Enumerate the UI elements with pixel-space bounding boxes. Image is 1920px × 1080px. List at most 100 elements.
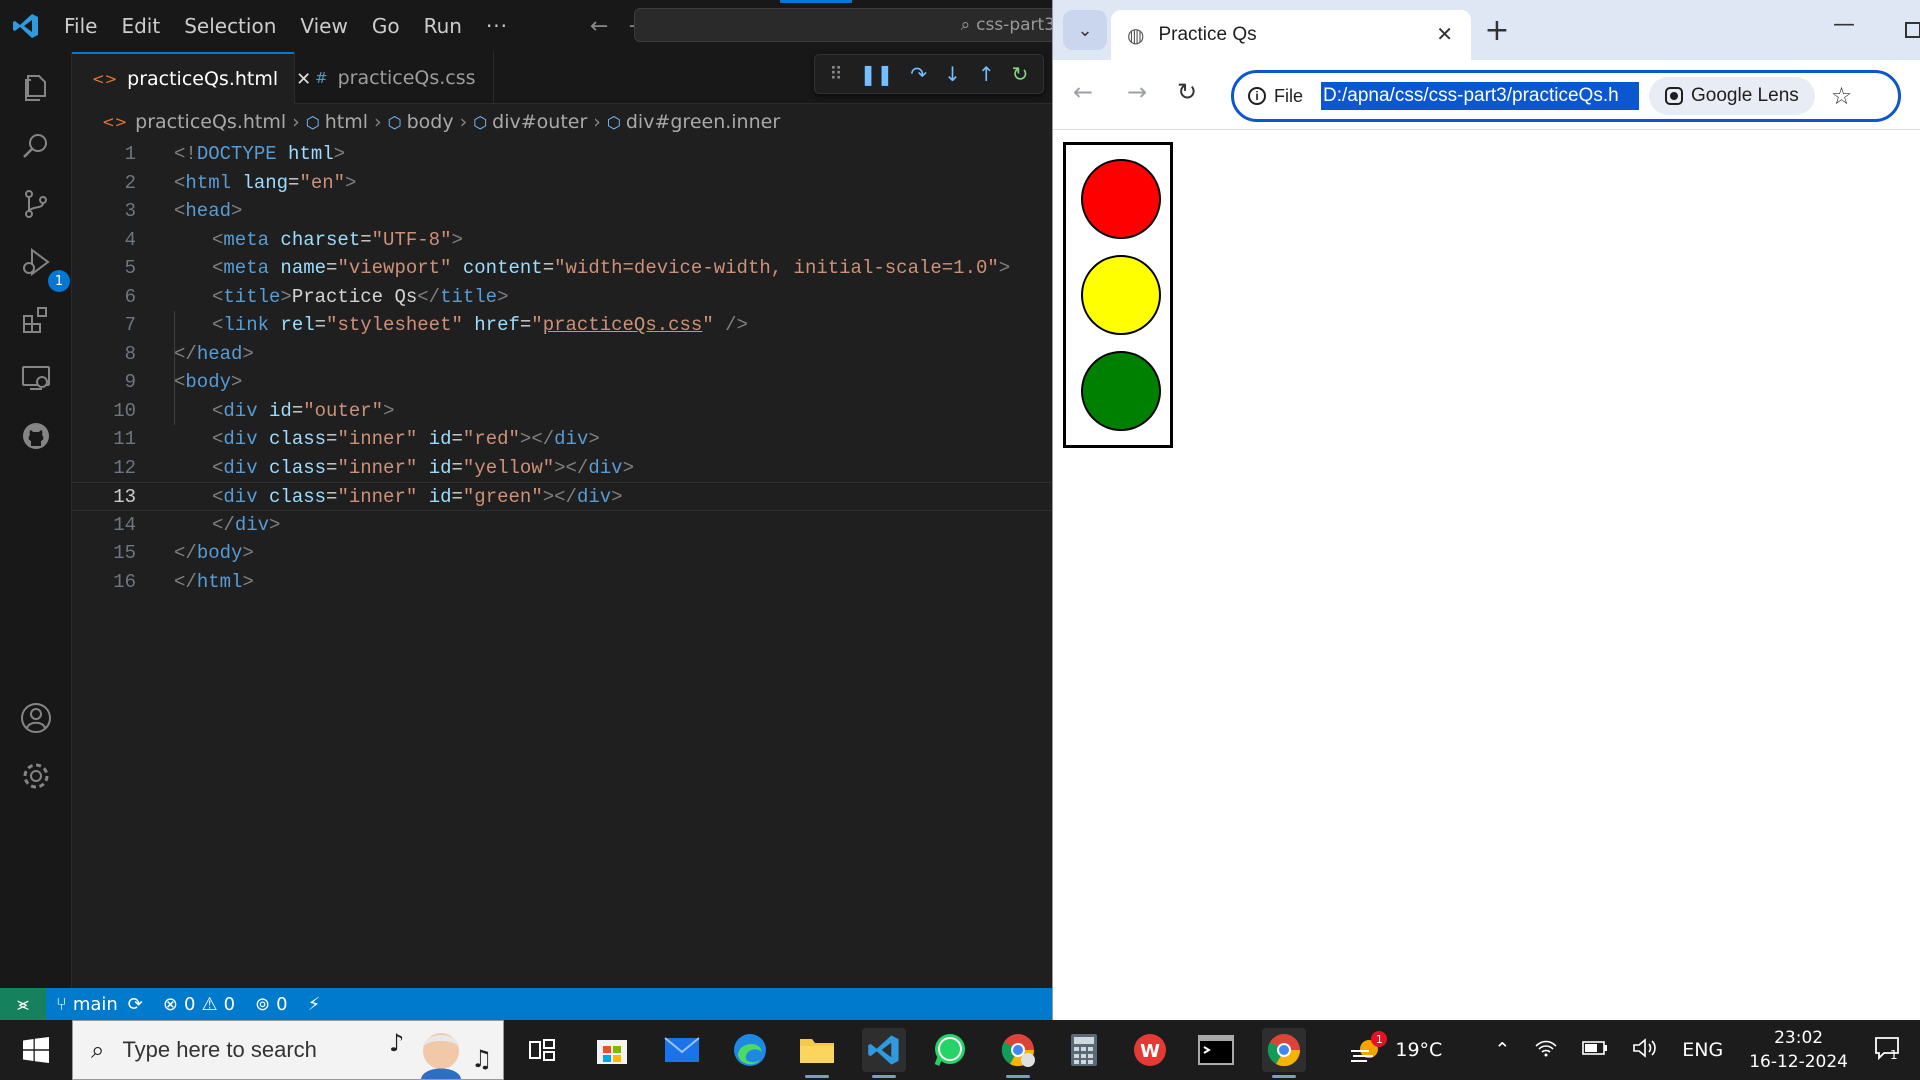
code-line[interactable]: 10 <div id="outer"> <box>72 397 1052 426</box>
menu-more[interactable]: ··· <box>474 0 520 52</box>
file-explorer-icon[interactable] <box>795 1028 839 1078</box>
github-icon[interactable] <box>14 414 58 458</box>
code-line[interactable]: 12 <div class="inner" id="yellow"></div> <box>72 454 1052 483</box>
code-token: < <box>212 399 224 422</box>
code-line[interactable]: 11 <div class="inner" id="red"></div> <box>72 425 1052 454</box>
accounts-icon[interactable] <box>14 696 58 740</box>
code-token: div <box>223 428 258 450</box>
language-indicator[interactable]: ENG <box>1670 1039 1735 1061</box>
menu-go[interactable]: Go <box>360 0 412 52</box>
problems-indicator[interactable]: ⊗ 0 ⚠ 0 <box>153 994 245 1015</box>
taskbar-search-box[interactable]: ⌕ Type here to search ♪ ♫ <box>72 1020 504 1080</box>
code-line[interactable]: 7 <link rel="stylesheet" href="practiceQs… <box>72 311 1052 340</box>
tab-practiceqs-html[interactable]: <> practiceQs.html ✕ <box>72 52 311 104</box>
pause-icon[interactable]: ❚❚ <box>860 62 894 86</box>
menu-view[interactable]: View <box>288 0 359 52</box>
site-info-chip[interactable]: i File <box>1248 86 1303 107</box>
menu-selection[interactable]: Selection <box>172 0 288 52</box>
microsoft-store-icon[interactable] <box>590 1028 634 1072</box>
bookmark-star-icon[interactable]: ☆ <box>1831 82 1853 110</box>
search-icon[interactable] <box>14 124 58 168</box>
source-control-icon[interactable] <box>14 182 58 226</box>
code-line[interactable]: 3 <head> <box>72 197 1052 226</box>
whatsapp-icon[interactable] <box>928 1028 972 1072</box>
breadcrumb-item[interactable]: div#green.inner <box>626 111 780 133</box>
breadcrumb-item[interactable]: practiceQs.html <box>135 111 286 133</box>
branch-indicator[interactable]: ⑂ main ⟳ <box>46 994 153 1015</box>
run-debug-icon[interactable]: 1 <box>14 240 70 292</box>
code-text: </head> <box>174 340 254 369</box>
terminal-icon[interactable] <box>1194 1028 1238 1072</box>
code-line[interactable]: 16 </html> <box>72 568 1052 597</box>
code-line[interactable]: 15 </body> <box>72 539 1052 568</box>
forward-arrow-icon[interactable]: → <box>1127 78 1147 106</box>
code-line[interactable]: 2 <html lang="en"> <box>72 169 1052 198</box>
chrome-profile-icon[interactable] <box>996 1028 1040 1078</box>
code-token: div <box>554 428 589 450</box>
breadcrumb-item[interactable]: html <box>325 111 368 133</box>
new-tab-plus-icon[interactable]: + <box>1477 12 1517 48</box>
breadcrumb-item[interactable]: div#outer <box>492 111 587 133</box>
step-over-icon[interactable]: ↷ <box>910 62 927 86</box>
code-line[interactable]: 6 <title>Practice Qs</title> <box>72 283 1052 312</box>
remote-explorer-icon[interactable] <box>14 356 58 400</box>
code-line[interactable]: 1 <!DOCTYPE html> <box>72 140 1052 169</box>
explorer-icon[interactable] <box>14 66 58 110</box>
url-text[interactable]: D:/apna/css/css-part3/practiceQs.h <box>1321 82 1640 110</box>
clock[interactable]: 23:02 16-12-2024 <box>1735 1026 1862 1074</box>
battery-icon[interactable] <box>1570 1039 1620 1061</box>
windows-start-icon[interactable] <box>0 1020 72 1080</box>
weather-widget[interactable]: 1 19°C <box>1337 1031 1454 1065</box>
step-out-icon[interactable]: ↑ <box>978 62 995 86</box>
menu-edit[interactable]: Edit <box>109 0 172 52</box>
chrome-icon[interactable] <box>1262 1028 1306 1078</box>
menu-file[interactable]: File <box>52 0 109 52</box>
ports-count: 0 <box>276 993 288 1015</box>
tab-search-chevron-icon[interactable]: ⌄ <box>1063 10 1107 50</box>
address-bar[interactable]: i File D:/apna/css/css-part3/practiceQs.… <box>1231 70 1901 122</box>
code-line[interactable]: 9 <body> <box>72 368 1052 397</box>
chrome-tab[interactable]: ◍ Practice Qs ✕ <box>1111 10 1471 60</box>
google-lens-button[interactable]: Google Lens <box>1649 77 1815 115</box>
remote-indicator-icon[interactable]: ⪤ <box>0 988 46 1020</box>
task-view-icon[interactable] <box>520 1028 564 1072</box>
edge-icon[interactable] <box>728 1028 772 1072</box>
code-editor[interactable]: 1 <!DOCTYPE html> 2 <html lang="en"> 3 <head>… <box>72 140 1052 988</box>
close-icon[interactable]: ✕ <box>1436 22 1453 46</box>
chevron-up-icon[interactable]: ⌃ <box>1454 1039 1522 1061</box>
command-center[interactable]: ⌕ css-part3 <box>634 8 1052 42</box>
wps-office-icon[interactable]: W <box>1128 1028 1172 1072</box>
code-line[interactable]: 4 <meta charset="UTF-8"> <box>72 226 1052 255</box>
volume-icon[interactable] <box>1620 1037 1670 1064</box>
mail-icon[interactable] <box>660 1028 704 1072</box>
code-line[interactable]: 8 </head> <box>72 340 1052 369</box>
step-into-icon[interactable]: ↓ <box>944 62 961 86</box>
extensions-icon[interactable] <box>14 298 58 342</box>
code-token: Practice Qs <box>291 285 418 308</box>
code-token: < <box>212 285 224 308</box>
code-token: id <box>428 486 452 508</box>
menu-run[interactable]: Run <box>412 0 474 52</box>
code-line[interactable]: 13 <div class="inner" id="green"></div> <box>72 482 1052 511</box>
reload-icon[interactable]: ↻ <box>1177 78 1197 106</box>
drag-handle-icon[interactable]: ⠿ <box>830 64 843 85</box>
debug-status-indicator[interactable]: ⚡ <box>298 994 331 1015</box>
code-line[interactable]: 5 <meta name="viewport" content="width=de… <box>72 254 1052 283</box>
calculator-icon[interactable] <box>1062 1028 1106 1072</box>
notification-center-icon[interactable]: 1 <box>1862 1036 1920 1065</box>
settings-gear-icon[interactable] <box>14 754 58 798</box>
error-icon: ⊗ <box>162 993 178 1015</box>
back-arrow-icon[interactable]: ← <box>1073 78 1093 106</box>
code-line[interactable]: 14 </div> <box>72 511 1052 540</box>
wifi-icon[interactable] <box>1522 1038 1570 1063</box>
minimize-icon[interactable]: — <box>1833 12 1855 37</box>
maximize-icon[interactable] <box>1905 22 1920 38</box>
tab-practiceqs-css[interactable]: # practiceQs.css <box>294 52 494 104</box>
breadcrumb-item[interactable]: body <box>407 111 454 133</box>
restart-icon[interactable]: ↻ <box>1012 62 1029 86</box>
back-arrow-icon[interactable]: ← <box>580 14 618 39</box>
vscode-icon[interactable] <box>862 1028 906 1078</box>
ports-indicator[interactable]: ⊚ 0 <box>245 994 298 1015</box>
